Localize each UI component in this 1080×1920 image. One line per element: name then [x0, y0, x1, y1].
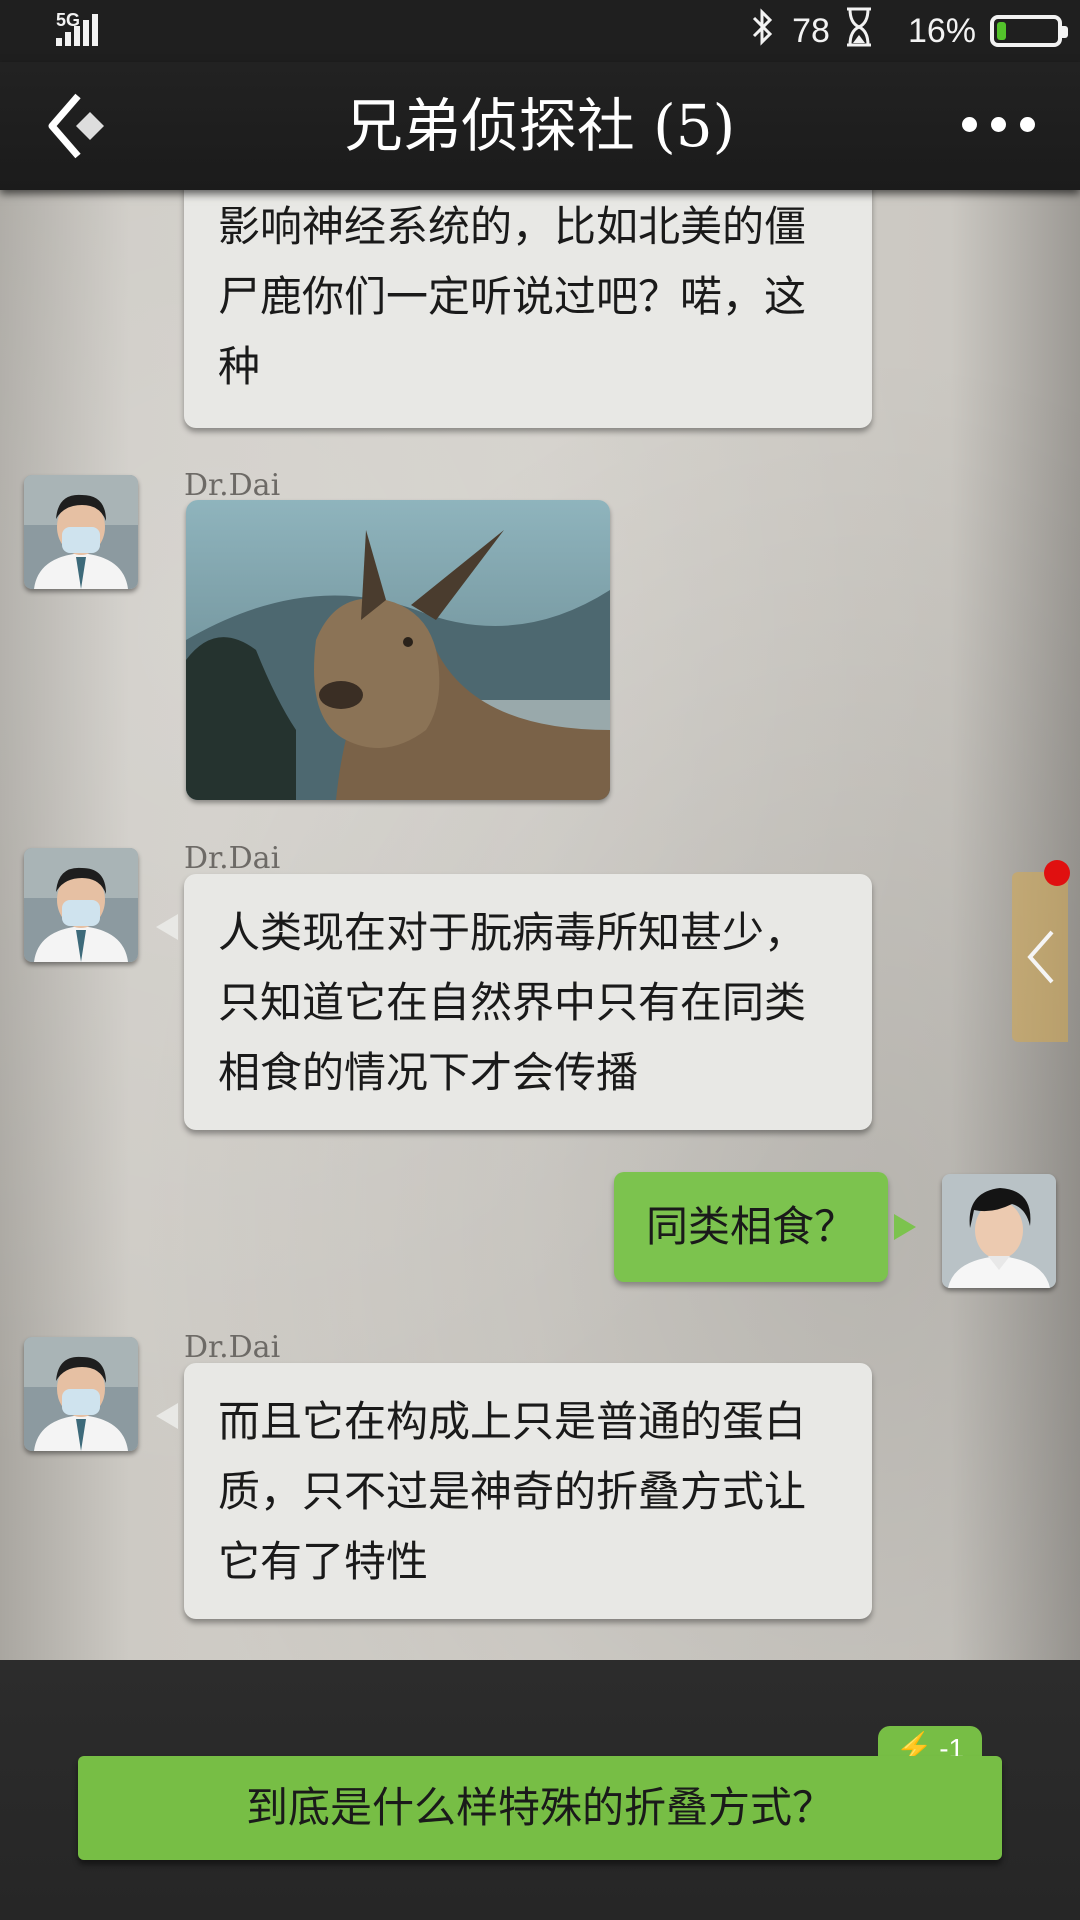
status-bar: 5G 78 16% — [0, 0, 1080, 62]
message-line: 质，只不过是神奇的折叠方式让 — [218, 1467, 807, 1516]
message-text: 同类相食？ — [645, 1202, 856, 1251]
reply-choice-button[interactable]: 到底是什么样特殊的折叠方式？ — [78, 1756, 1002, 1860]
message-line: 而且它在构成上只是普通的蛋白 — [218, 1397, 807, 1446]
notification-badge — [1044, 860, 1070, 886]
self-message-bubble: 同类相食？ — [614, 1172, 916, 1282]
avatar-dr-dai[interactable] — [24, 475, 138, 589]
sender-name: Dr.Dai — [184, 468, 281, 503]
battery-percent: 16% — [907, 11, 976, 50]
message-line: 种 — [218, 342, 261, 391]
chat-title: 兄弟侦探社 (5) — [344, 92, 736, 160]
sender-name: Dr.Dai — [184, 1330, 281, 1365]
message-line: 相食的情况下才会传播 — [218, 1048, 639, 1097]
avatar-self[interactable] — [942, 1174, 1056, 1288]
signal-icon: 5G — [56, 10, 116, 50]
message-line: 尸鹿你们一定听说过吧？喏，这 — [218, 272, 807, 321]
reply-panel: ⚡ -1 到底是什么样特殊的折叠方式？ — [0, 1660, 1080, 1920]
message-bubble: 而且它在构成上只是普通的蛋白 质，只不过是神奇的折叠方式让 它有了特性 — [156, 1363, 872, 1619]
side-drawer-tab[interactable] — [1012, 860, 1070, 1042]
more-dots-icon[interactable] — [962, 110, 1042, 138]
message-line: 它有了特性 — [218, 1537, 429, 1586]
battery-icon — [990, 15, 1068, 47]
chevron-left-icon — [1027, 930, 1054, 984]
title-bar: 兄弟侦探社 (5) — [0, 62, 1080, 190]
bluetooth-icon — [748, 7, 778, 55]
stamina-count: 78 — [792, 11, 830, 50]
message-line: 人类现在对于朊病毒所知甚少， — [218, 908, 807, 957]
deer-photo[interactable] — [186, 500, 610, 800]
chat-area[interactable]: 影响神经系统的，比如北美的僵 尸鹿你们一定听说过吧？喏，这 种 Dr.Dai D… — [0, 190, 1080, 1660]
hourglass-icon — [844, 7, 874, 56]
sender-name: Dr.Dai — [184, 841, 281, 876]
message-line: 影响神经系统的，比如北美的僵 — [218, 202, 807, 251]
message-line: 只知道它在自然界中只有在同类 — [218, 978, 807, 1027]
message-bubble: 影响神经系统的，比如北美的僵 尸鹿你们一定听说过吧？喏，这 种 — [184, 190, 872, 428]
avatar-dr-dai[interactable] — [24, 1337, 138, 1451]
message-bubble: 人类现在对于朊病毒所知甚少， 只知道它在自然界中只有在同类 相食的情况下才会传播 — [156, 874, 872, 1130]
avatar-dr-dai[interactable] — [24, 848, 138, 962]
